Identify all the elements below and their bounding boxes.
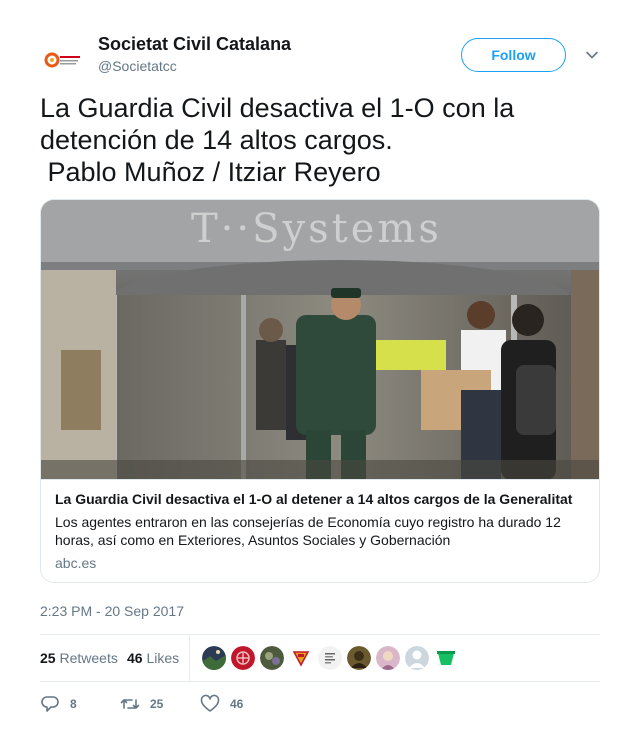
- liker-avatar[interactable]: [434, 646, 458, 670]
- tweet-text-line: La Guardia Civil desactiva el 1-O con la: [40, 93, 515, 123]
- card-domain[interactable]: abc.es: [55, 555, 96, 571]
- retweets-stat[interactable]: 25 Retweets: [40, 650, 118, 666]
- tweet-timestamp[interactable]: 2:23 PM - 20 Sep 2017: [40, 603, 184, 619]
- card-title[interactable]: La Guardia Civil desactiva el 1-O al det…: [55, 491, 585, 507]
- retweets-count: 25: [40, 650, 56, 666]
- retweet-icon: [120, 699, 140, 709]
- retweet-count: 25: [150, 697, 164, 711]
- stats-divider: [189, 635, 190, 681]
- retweet-button[interactable]: 25: [120, 692, 163, 716]
- chevron-down-icon[interactable]: [584, 47, 600, 63]
- heart-icon: [200, 694, 220, 712]
- liker-avatar[interactable]: [318, 646, 342, 670]
- likes-label: Likes: [146, 650, 180, 666]
- card-description: Los agentes entraron en las consejerías …: [55, 514, 561, 548]
- tweet-text: La Guardia Civil desactiva el 1-O con la…: [40, 92, 600, 188]
- liker-avatar[interactable]: [376, 646, 400, 670]
- scc-logo-icon: [40, 36, 88, 84]
- like-count: 46: [230, 697, 244, 711]
- liker-avatar[interactable]: [231, 646, 255, 670]
- retweets-label: Retweets: [59, 650, 118, 666]
- tweet-stats: 25 Retweets 46 Likes: [40, 634, 600, 682]
- reply-count: 8: [70, 697, 77, 711]
- likes-stat[interactable]: 46 Likes: [127, 650, 179, 666]
- follow-button[interactable]: Follow: [461, 38, 566, 72]
- reply-button[interactable]: 8: [40, 692, 77, 716]
- liker-avatar[interactable]: [260, 646, 284, 670]
- liker-avatar[interactable]: [347, 646, 371, 670]
- account-handle[interactable]: @Societatcc: [98, 58, 177, 74]
- liker-avatar[interactable]: [289, 646, 313, 670]
- link-card[interactable]: T··Systems La Guardia Civil desactiva el…: [40, 199, 600, 583]
- card-image-sign-text: T··Systems: [191, 206, 442, 252]
- tweet-actions: 8 25 46: [40, 692, 600, 716]
- liker-avatar[interactable]: [202, 646, 226, 670]
- like-button[interactable]: 46: [200, 692, 243, 716]
- tweet-text-line: Pablo Muñoz / Itziar Reyero: [40, 157, 381, 187]
- account-avatar[interactable]: [40, 36, 88, 84]
- account-name[interactable]: Societat Civil Catalana: [98, 34, 291, 55]
- liker-avatar[interactable]: [405, 646, 429, 670]
- card-image[interactable]: T··Systems: [41, 200, 599, 480]
- reply-icon: [41, 696, 59, 712]
- likes-count: 46: [127, 650, 143, 666]
- tweet-text-line: detención de 14 altos cargos.: [40, 125, 393, 155]
